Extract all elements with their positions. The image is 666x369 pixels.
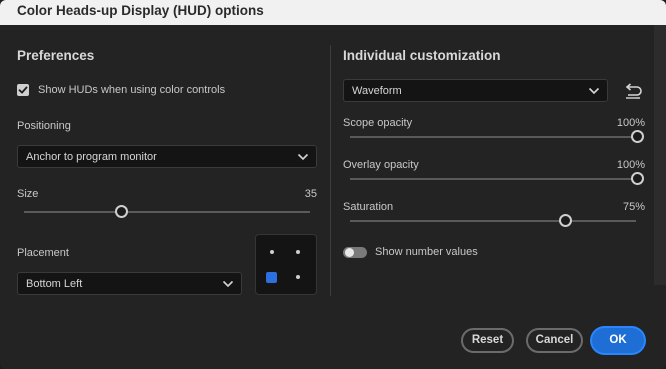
checkmark-icon [18,86,28,94]
reset-defaults-icon[interactable] [622,82,644,100]
ok-button[interactable]: OK [592,328,644,353]
chevron-down-icon [297,153,309,161]
saturation-label: Saturation [343,201,394,213]
individual-customization-heading: Individual customization [343,48,501,63]
section-divider [330,45,331,296]
placement-grid[interactable] [255,234,317,295]
chevron-down-icon [588,87,600,95]
positioning-select[interactable]: Anchor to program monitor [17,145,317,168]
toggle-knob [345,248,354,257]
reset-button[interactable]: Reset [461,328,514,353]
overlay-opacity-slider-thumb[interactable] [631,172,644,185]
placement-bottom-right[interactable] [296,275,300,279]
placement-label: Placement [17,247,69,259]
chevron-down-icon [222,280,234,288]
positioning-label: Positioning [17,120,71,132]
scope-select-value: Waveform [352,85,402,97]
scope-opacity-slider-track[interactable] [350,136,636,138]
placement-top-left[interactable] [270,250,274,254]
show-number-values-toggle[interactable] [343,247,367,258]
overlay-opacity-label: Overlay opacity [343,159,419,171]
show-huds-checkbox[interactable] [17,84,29,96]
preferences-heading: Preferences [17,48,95,63]
hud-options-dialog: Color Heads-up Display (HUD) options Pre… [0,0,666,369]
scope-opacity-slider-thumb[interactable] [631,130,644,143]
placement-select[interactable]: Bottom Left [17,272,242,295]
cancel-button[interactable]: Cancel [526,328,583,353]
placement-top-right[interactable] [296,250,300,254]
overlay-opacity-slider-track[interactable] [350,178,636,180]
scope-opacity-label: Scope opacity [343,117,413,129]
scope-opacity-value: 100% [616,117,645,129]
show-number-values-label[interactable]: Show number values [375,246,478,258]
dialog-title: Color Heads-up Display (HUD) options [17,3,264,18]
size-slider-track[interactable] [24,211,310,213]
overlay-opacity-value: 100% [616,159,645,171]
saturation-slider-track[interactable] [350,220,636,222]
size-value: 35 [304,188,317,200]
saturation-value: 75% [622,201,645,213]
size-slider-thumb[interactable] [115,205,128,218]
size-label: Size [17,188,39,200]
title-bar: Color Heads-up Display (HUD) options [0,0,666,25]
scope-select[interactable]: Waveform [343,79,608,102]
placement-bottom-left-selected[interactable] [266,272,277,283]
show-huds-label[interactable]: Show HUDs when using color controls [38,84,225,96]
window-edge [654,25,666,285]
placement-select-value: Bottom Left [26,278,83,290]
positioning-select-value: Anchor to program monitor [26,151,157,163]
saturation-slider-thumb[interactable] [559,214,572,227]
